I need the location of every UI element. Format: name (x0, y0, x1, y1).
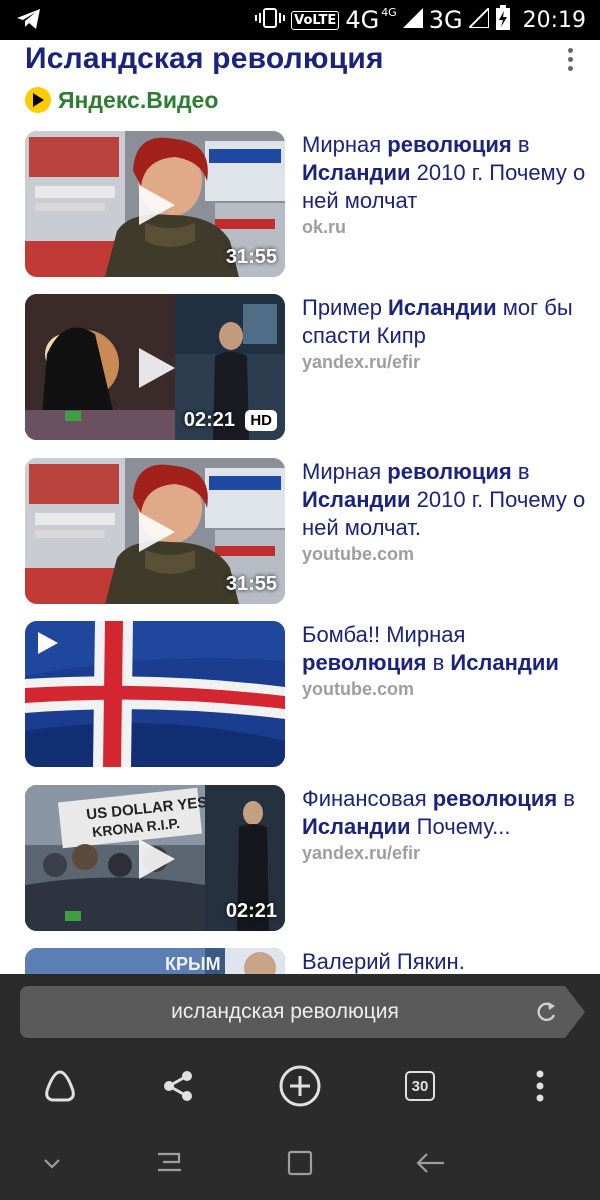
home-icon[interactable] (280, 1146, 320, 1180)
chevron-down-icon[interactable] (32, 1146, 72, 1180)
play-icon (38, 632, 58, 654)
source-label: Яндекс.Видео (58, 86, 219, 113)
thumbnail-image: КРЫМ (25, 948, 285, 975)
video-title[interactable]: Финансовая революция в Исландии Почему..… (302, 785, 587, 841)
video-source: ok.ru (302, 217, 347, 237)
address-bar[interactable]: исландская революция (20, 986, 565, 1038)
video-source: youtube.com (302, 544, 415, 564)
thumb-text: КРЫМ (165, 954, 221, 974)
share-icon[interactable] (154, 1062, 202, 1110)
video-thumbnail[interactable]: 31:55 (25, 131, 285, 277)
video-thumbnail[interactable]: 02:21 HD (25, 294, 285, 440)
back-icon[interactable] (410, 1146, 450, 1180)
menu-icon[interactable] (516, 1062, 564, 1110)
source-row[interactable]: Яндекс.Видео (25, 86, 218, 114)
video-title[interactable]: Бомба!! Мирная революция в Исландии (302, 621, 587, 677)
video-result-3[interactable]: 31:55 Мирная революция в Исландии 2010 г… (25, 458, 585, 604)
video-duration: 02:21 (183, 409, 235, 431)
yandex-video-icon (25, 87, 51, 113)
hd-badge: HD (245, 410, 277, 431)
system-nav-bar (0, 1126, 600, 1200)
recent-apps-icon[interactable] (150, 1146, 190, 1180)
video-results-list: Исландская революция Яндекс.Видео 31:55 … (0, 0, 600, 975)
video-duration: 31:55 (225, 246, 277, 268)
address-arrow (565, 986, 585, 1038)
tabs-icon[interactable]: 30 (396, 1062, 444, 1110)
video-source: yandex.ru/efir (302, 352, 421, 372)
video-result-2[interactable]: 02:21 HD Пример Исландии мог бы спасти К… (25, 294, 585, 440)
video-result-6[interactable]: КРЫМ Валерий Пякин. (25, 948, 585, 975)
video-source: youtube.com (302, 679, 415, 699)
play-icon (139, 185, 175, 225)
video-result-1[interactable]: 31:55 Мирная революция в Исландии 2010 г… (25, 131, 585, 277)
video-title[interactable]: Мирная революция в Исландии 2010 г. Поче… (302, 458, 587, 542)
video-title[interactable]: Пример Исландии мог бы спасти Кипр (302, 294, 587, 350)
video-result-5[interactable]: US DOLLAR YES KRONA R.I.P. 02:21 Финансо… (25, 785, 585, 931)
video-title[interactable]: Мирная революция в Исландии 2010 г. Поче… (302, 131, 587, 215)
video-thumbnail[interactable]: US DOLLAR YES KRONA R.I.P. 02:21 (25, 785, 285, 931)
new-tab-icon[interactable] (276, 1062, 324, 1110)
video-thumbnail[interactable]: КРЫМ (25, 948, 285, 975)
search-query-text[interactable]: исландская революция (20, 986, 550, 1038)
video-duration: 02:21 (225, 900, 277, 922)
page-title[interactable]: Исландская революция (25, 42, 384, 76)
tab-count: 30 (405, 1071, 435, 1101)
video-source: yandex.ru/efir (302, 843, 421, 863)
video-duration: 31:55 (225, 573, 277, 595)
iceland-flag-image (25, 621, 285, 767)
video-result-4[interactable]: Бомба!! Мирная революция в Исландии yout… (25, 621, 585, 767)
video-thumbnail[interactable] (25, 621, 285, 767)
video-title[interactable]: Валерий Пякин. (302, 948, 587, 975)
video-thumbnail[interactable]: 31:55 (25, 458, 285, 604)
play-icon (139, 512, 175, 552)
alice-icon[interactable] (36, 1062, 84, 1110)
reload-icon[interactable] (534, 999, 558, 1025)
play-icon (139, 348, 175, 388)
browser-bottom-bar: исландская революция 30 (0, 974, 600, 1126)
play-icon (139, 839, 175, 879)
more-vertical-icon[interactable] (560, 48, 580, 78)
browser-toolbar: 30 (0, 1058, 600, 1122)
